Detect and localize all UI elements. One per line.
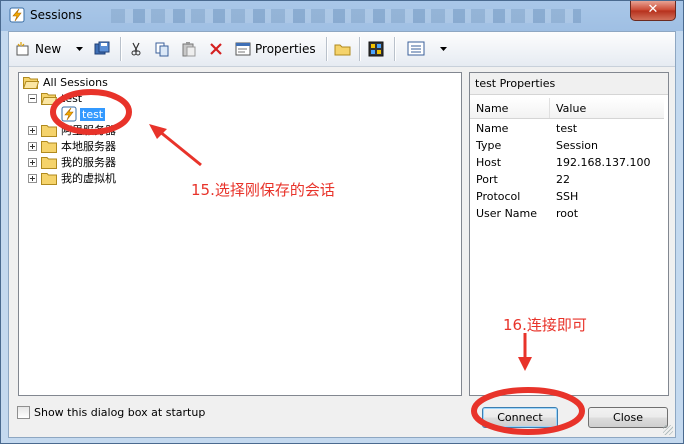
highlight-circle-connect — [471, 387, 585, 435]
arrow-to-session — [158, 129, 202, 167]
highlight-circle-session — [50, 89, 132, 135]
arrow-head — [518, 357, 532, 371]
sessions-dialog: Sessions ✕ New Properties All Sessions t… — [0, 0, 684, 444]
annotation-step-16: 16.连接即可 — [503, 316, 587, 334]
annotation-overlay — [50, 89, 585, 435]
annotation-step-15: 15.选择刚保存的会话 — [191, 181, 335, 199]
